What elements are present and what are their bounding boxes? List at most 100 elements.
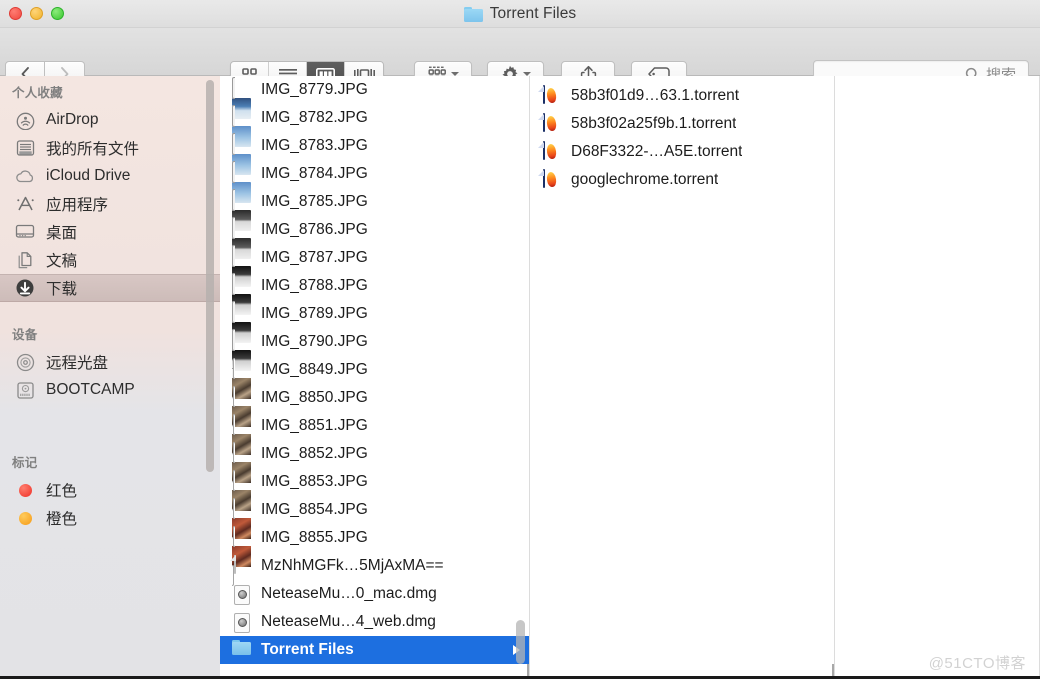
photo-icon xyxy=(232,329,251,390)
file-name: IMG_8786.JPG xyxy=(261,221,368,238)
list-item[interactable]: IMG_8790.JPG xyxy=(220,328,529,390)
finder-window: Torrent Files 搜索 个人收藏 AirDrop 我的所有文件 iCl… xyxy=(0,0,1040,679)
sidebar-item-label: 红色 xyxy=(46,483,78,500)
list-item[interactable]: IMG_8786.JPG xyxy=(220,216,529,278)
tag-dot-icon xyxy=(14,508,36,528)
watermark: @51CTO博客 xyxy=(928,655,1026,672)
file-name: IMG_8852.JPG xyxy=(261,445,368,462)
sidebar-item-label: AirDrop xyxy=(46,111,99,128)
file-name: IMG_8849.JPG xyxy=(261,361,368,378)
icloud-icon xyxy=(14,166,36,186)
file-name: MzNhMGFk…5MjAxMA== xyxy=(261,557,444,574)
preview-column xyxy=(835,76,1040,679)
portrait-photo-icon xyxy=(232,385,251,446)
sidebar-item-label: 我的所有文件 xyxy=(46,141,140,158)
file-name: IMG_8853.JPG xyxy=(261,473,368,490)
list-item-selected[interactable]: Torrent Files xyxy=(220,636,529,664)
sidebar-item-label: 桌面 xyxy=(46,225,78,242)
disk-image-icon xyxy=(232,584,251,605)
folder-icon xyxy=(232,639,251,661)
toolbar: 搜索 xyxy=(0,28,1040,89)
sidebar-item-remote-disc[interactable]: 远程光盘 xyxy=(0,348,220,376)
photo-icon xyxy=(232,217,251,278)
file-name: IMG_8784.JPG xyxy=(261,165,368,182)
list-item[interactable]: IMG_8787.JPG xyxy=(220,244,529,306)
sidebar-item-desktop[interactable]: 桌面 xyxy=(0,218,220,246)
sidebar-item-applications[interactable]: 应用程序 xyxy=(0,190,220,218)
file-name: IMG_8854.JPG xyxy=(261,501,368,518)
list-item[interactable]: IMG_8785.JPG xyxy=(220,188,529,250)
portrait-photo-icon xyxy=(232,357,251,418)
remote-disc-icon xyxy=(14,352,36,372)
portrait-photo-icon xyxy=(232,525,251,586)
file-name: IMG_8782.JPG xyxy=(261,109,368,126)
list-item[interactable]: IMG_8851.JPG xyxy=(220,412,529,474)
sidebar-item-icloud-drive[interactable]: iCloud Drive xyxy=(0,162,220,190)
file-name: Torrent Files xyxy=(261,641,354,658)
torrent-file-icon xyxy=(538,168,561,191)
list-item[interactable]: IMG_8784.JPG xyxy=(220,160,529,222)
sidebar-item-label: iCloud Drive xyxy=(46,167,131,184)
downloads-column-scrollbar[interactable] xyxy=(516,620,525,664)
list-item[interactable]: IMG_8782.JPG xyxy=(220,104,529,166)
file-name: googlechrome.torrent xyxy=(571,171,719,188)
file-name: 58b3f02a25f9b.1.torrent xyxy=(571,115,737,132)
list-item[interactable]: IMG_8855.JPG xyxy=(220,524,529,586)
portrait-photo-icon xyxy=(232,497,251,558)
hard-drive-icon xyxy=(14,380,36,400)
sidebar-item-downloads[interactable]: 下载 xyxy=(0,274,220,302)
file-name: IMG_8851.JPG xyxy=(261,417,368,434)
downloads-column: IMG_8779.JPG IMG_8782.JPG IMG_8783.JPG I… xyxy=(220,76,530,679)
list-item[interactable]: IMG_8788.JPG xyxy=(220,272,529,334)
file-name: 58b3f01d9…63.1.torrent xyxy=(571,87,740,104)
folder-icon xyxy=(463,6,483,22)
sidebar-item-all-my-files[interactable]: 我的所有文件 xyxy=(0,134,220,162)
file-name: IMG_8787.JPG xyxy=(261,249,368,266)
list-item[interactable]: D68F3322-…A5E.torrent xyxy=(530,138,834,166)
airdrop-icon xyxy=(14,110,36,130)
sidebar-item-bootcamp[interactable]: BOOTCAMP xyxy=(0,376,220,404)
sidebar-section-header-devices: 设备 xyxy=(12,328,38,342)
portrait-photo-icon xyxy=(232,469,251,530)
sidebar-item-tag-orange[interactable]: 橙色 xyxy=(0,504,220,532)
sidebar-item-airdrop[interactable]: AirDrop xyxy=(0,106,220,134)
sidebar-item-tag-red[interactable]: 红色 xyxy=(0,476,220,504)
portrait-photo-icon xyxy=(232,413,251,474)
photo-icon xyxy=(232,273,251,334)
column-browser: IMG_8779.JPG IMG_8782.JPG IMG_8783.JPG I… xyxy=(220,76,1040,679)
list-item[interactable]: IMG_8852.JPG xyxy=(220,440,529,502)
list-item[interactable]: IMG_8849.JPG xyxy=(220,356,529,418)
file-name: IMG_8779.JPG xyxy=(261,81,368,98)
sidebar: 个人收藏 AirDrop 我的所有文件 iCloud Drive 应用程序 桌面… xyxy=(0,76,220,679)
file-name: IMG_8785.JPG xyxy=(261,193,368,210)
tag-dot-icon xyxy=(14,480,36,500)
list-item[interactable]: googlechrome.torrent xyxy=(530,166,834,194)
photo-icon xyxy=(232,245,251,306)
applications-icon xyxy=(14,194,36,214)
photo-icon xyxy=(232,189,251,250)
generic-document-icon xyxy=(232,554,251,577)
sidebar-item-documents[interactable]: 文稿 xyxy=(0,246,220,274)
torrent-file-icon xyxy=(538,140,561,163)
portrait-photo-icon xyxy=(232,441,251,502)
list-item[interactable]: 58b3f01d9…63.1.torrent xyxy=(530,82,834,110)
photo-icon xyxy=(232,161,251,222)
list-item[interactable]: IMG_8783.JPG xyxy=(220,132,529,194)
list-item[interactable]: IMG_8853.JPG xyxy=(220,468,529,530)
list-item[interactable]: 58b3f02a25f9b.1.torrent xyxy=(530,110,834,138)
window-body: 个人收藏 AirDrop 我的所有文件 iCloud Drive 应用程序 桌面… xyxy=(0,76,1040,679)
torrent-files-column: 58b3f01d9…63.1.torrent 58b3f02a25f9b.1.t… xyxy=(530,76,835,679)
sidebar-scrollbar[interactable] xyxy=(206,80,214,472)
list-item[interactable]: NeteaseMu…4_web.dmg xyxy=(220,608,529,636)
list-item[interactable]: IMG_8779.JPG xyxy=(220,76,529,138)
list-item[interactable]: IMG_8789.JPG xyxy=(220,300,529,362)
list-item[interactable]: MzNhMGFk…5MjAxMA== xyxy=(220,552,529,580)
photo-icon xyxy=(232,133,251,194)
file-name: NeteaseMu…4_web.dmg xyxy=(261,613,436,630)
downloads-icon xyxy=(14,278,36,298)
list-item[interactable]: IMG_8850.JPG xyxy=(220,384,529,446)
list-item[interactable]: NeteaseMu…0_mac.dmg xyxy=(220,580,529,608)
window-title-group: Torrent Files xyxy=(0,0,1040,28)
list-item[interactable]: IMG_8854.JPG xyxy=(220,496,529,558)
